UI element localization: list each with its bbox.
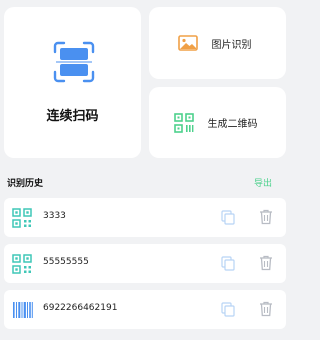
scan-icon (53, 41, 95, 83)
qr-generate-icon (173, 112, 194, 133)
continuous-scan-card[interactable]: 连续扫码 (4, 7, 141, 158)
copy-icon[interactable] (221, 210, 235, 225)
delete-icon[interactable] (259, 301, 273, 317)
continuous-scan-label: 连续扫码 (46, 109, 99, 124)
copy-icon[interactable] (221, 256, 235, 271)
qr-code-icon (12, 208, 32, 228)
barcode-icon (13, 302, 33, 318)
copy-icon[interactable] (221, 302, 235, 317)
history-header: 识别历史 导出 (0, 170, 286, 194)
image-icon (177, 35, 198, 51)
qr-code-icon (12, 254, 32, 274)
image-recognition-label: 图片识别 (211, 39, 252, 51)
export-button[interactable]: 导出 (254, 176, 272, 189)
generate-qr-card[interactable]: 生成二维码 (149, 87, 286, 158)
delete-icon[interactable] (259, 255, 273, 271)
history-row[interactable]: 55555555 (4, 244, 286, 283)
history-title: 识别历史 (7, 179, 44, 189)
history-item-text: 6922266462191 (43, 303, 118, 313)
history-row[interactable]: 3333 (4, 198, 286, 237)
history-item-text: 55555555 (43, 257, 89, 267)
image-recognition-card[interactable]: 图片识别 (149, 7, 286, 79)
generate-qr-label: 生成二维码 (207, 119, 258, 130)
delete-icon[interactable] (259, 209, 273, 225)
history-row[interactable]: 6922266462191 (4, 290, 286, 329)
history-item-text: 3333 (43, 211, 66, 221)
